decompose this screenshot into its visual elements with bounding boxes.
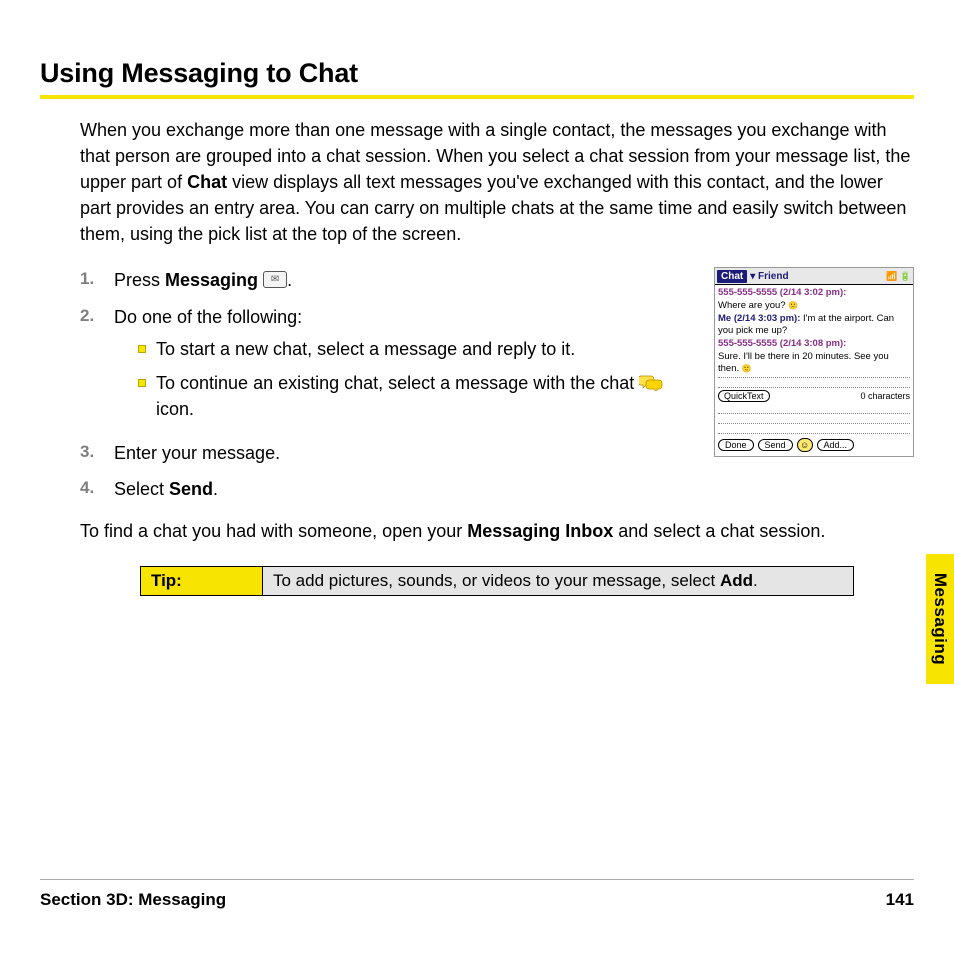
palm-char-count: 0 characters [860, 391, 910, 401]
tip-text: To add pictures, sounds, or videos to yo… [263, 567, 853, 595]
closing-text-2: and select a chat session. [613, 521, 825, 541]
step-number: 3. [80, 440, 114, 465]
step3-text: Enter your message. [114, 440, 700, 466]
tip-text-pre: To add pictures, sounds, or videos to yo… [273, 571, 720, 590]
palm-add-button: Add... [817, 439, 855, 451]
palm-friend-dropdown: ▾ Friend [750, 271, 788, 282]
step-number: 2. [80, 304, 114, 329]
closing-paragraph: To find a chat you had with someone, ope… [80, 518, 914, 544]
page-footer: Section 3D: Messaging 141 [40, 882, 914, 910]
substep: To start a new chat, select a message an… [138, 336, 700, 362]
closing-text: To find a chat you had with someone, ope… [80, 521, 467, 541]
palm-send-button: Send [758, 439, 793, 451]
palm-message-area: 555-555-5555 (2/14 3:02 pm): Where are y… [715, 285, 913, 375]
palm-input-line [718, 377, 910, 388]
quicktext-label: QuickText [724, 391, 764, 401]
emoji-icon: 🙂 [742, 364, 752, 373]
side-tab-label: Messaging [930, 573, 950, 665]
step4-text: Select [114, 479, 169, 499]
palm-titlebar: Chat ▾ Friend 📶 🔋 [715, 268, 913, 285]
palm-msg1-text: Where are you? [718, 300, 788, 311]
tip-text-post: . [753, 571, 758, 590]
step4-bold: Send [169, 479, 213, 499]
tip-label: Tip: [141, 567, 263, 595]
palm-msg3-header: 555-555-5555 (2/14 3:08 pm): [718, 338, 846, 349]
palm-signal-icons: 📶 🔋 [886, 271, 911, 282]
chat-icon [639, 375, 663, 391]
palm-quicktext-button: QuickText [718, 390, 770, 402]
step-number: 4. [80, 476, 114, 501]
palm-emoji-button: ☺ [797, 438, 813, 452]
intro-bold-chat: Chat [187, 172, 227, 192]
section-side-tab: Messaging [926, 554, 954, 684]
palm-compose-lines [715, 404, 913, 434]
footer-page-number: 141 [886, 890, 914, 910]
step1-period: . [287, 270, 292, 290]
messaging-button-icon [263, 271, 287, 288]
step2-text: Do one of the following: [114, 307, 302, 327]
step1-text: Press [114, 270, 165, 290]
step4-period: . [213, 479, 218, 499]
intro-paragraph: When you exchange more than one message … [80, 117, 914, 247]
palm-msg2-header: Me (2/14 3:03 pm): [718, 313, 800, 324]
palm-done-button: Done [718, 439, 754, 451]
heading-underline [40, 95, 914, 99]
substep: To continue an existing chat, select a m… [138, 370, 700, 422]
page-heading: Using Messaging to Chat [40, 58, 914, 89]
palm-chat-tab: Chat [717, 270, 747, 283]
step-number: 1. [80, 267, 114, 292]
footer-section: Section 3D: Messaging [40, 890, 226, 910]
substep-text: To continue an existing chat, select a m… [156, 373, 639, 393]
footer-rule [40, 879, 914, 880]
substep-text-2: icon. [156, 399, 194, 419]
emoji-icon: 😕 [788, 301, 798, 310]
palm-msg1-header: 555-555-5555 (2/14 3:02 pm): [718, 287, 846, 298]
embedded-screenshot: Chat ▾ Friend 📶 🔋 555-555-5555 (2/14 3:0… [714, 267, 914, 457]
step1-bold: Messaging [165, 270, 258, 290]
closing-bold: Messaging Inbox [467, 521, 613, 541]
tip-text-bold: Add [720, 571, 753, 590]
tip-box: Tip: To add pictures, sounds, or videos … [140, 566, 854, 596]
